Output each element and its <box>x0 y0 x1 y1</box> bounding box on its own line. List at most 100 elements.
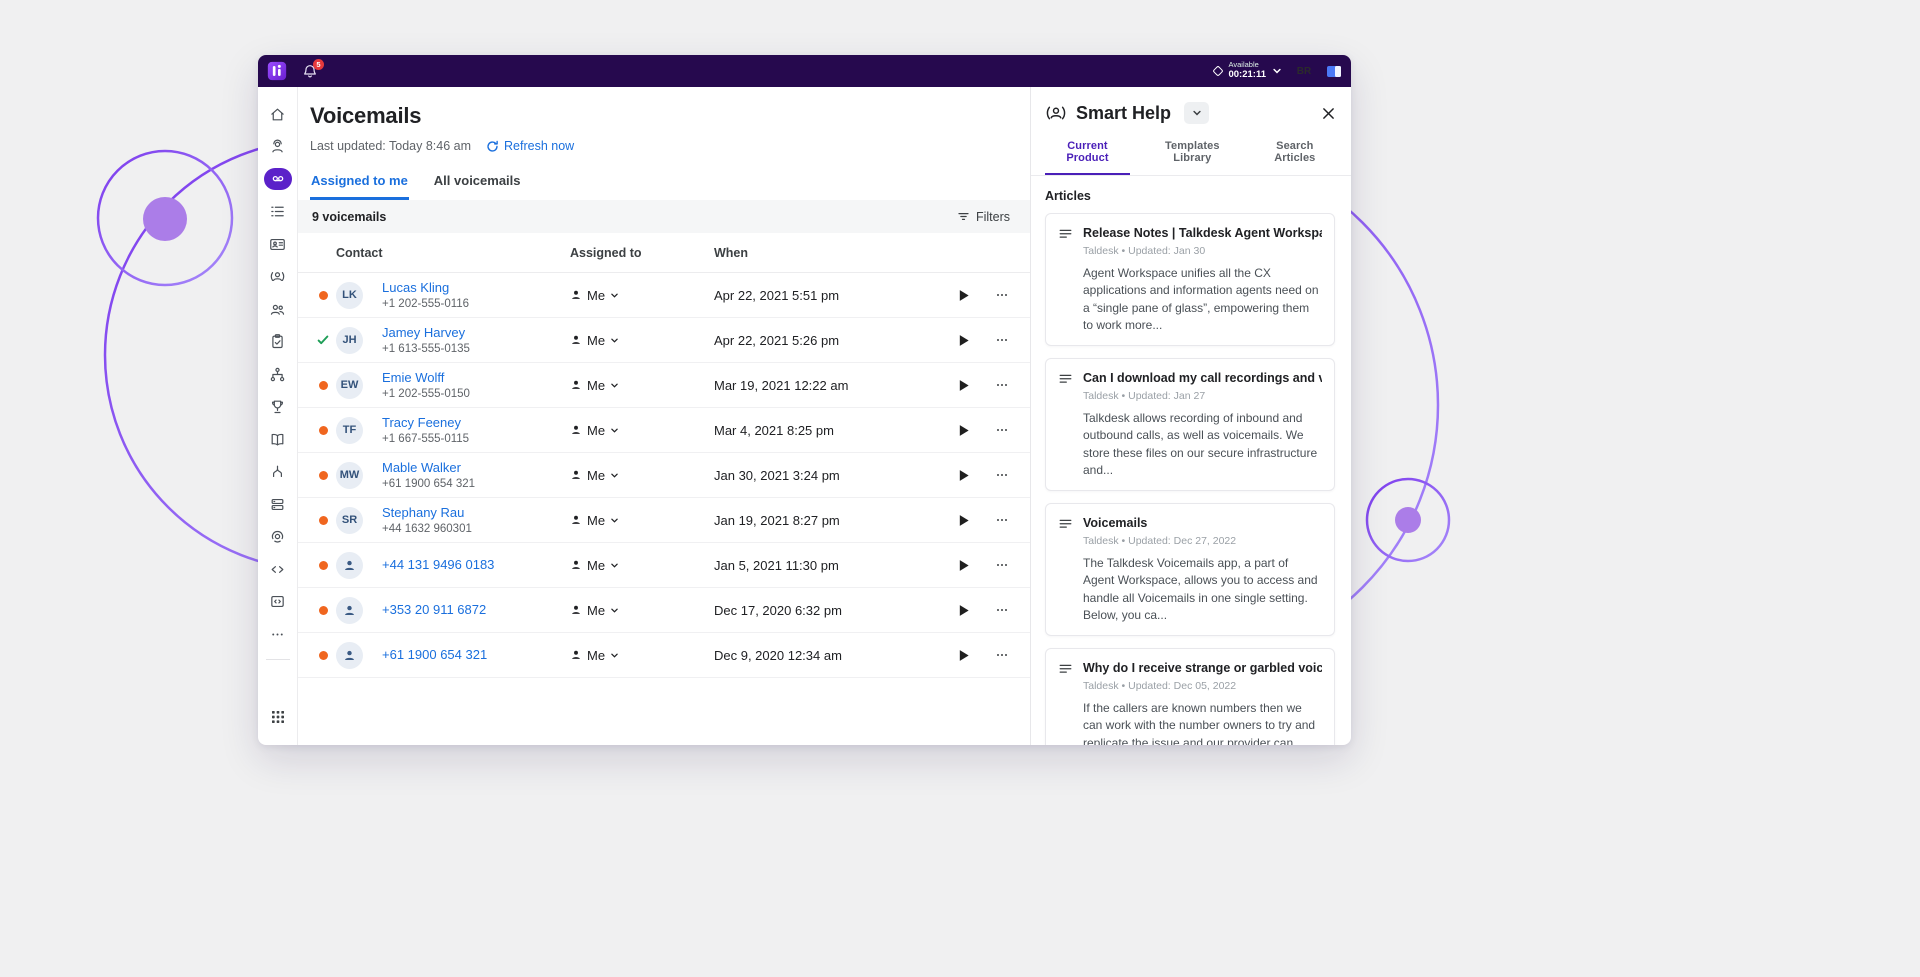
sidebar-item-org[interactable] <box>258 358 298 391</box>
row-menu-button[interactable] <box>982 332 1022 348</box>
play-voicemail-button[interactable] <box>946 649 982 662</box>
table-row[interactable]: +61 1900 654 321 Me Dec 9, 2020 12:34 am <box>298 633 1030 678</box>
sidebar-item-gamification[interactable] <box>258 391 298 424</box>
active-pill <box>264 168 292 190</box>
chevron-down-icon <box>610 291 619 300</box>
panel-toggle-button[interactable] <box>1326 64 1342 79</box>
row-menu-button[interactable] <box>982 287 1022 303</box>
status-diamond-icon <box>1213 65 1224 76</box>
article-card[interactable]: Release Notes | Talkdesk Agent Workspa..… <box>1045 213 1335 346</box>
assigned-to-dropdown[interactable]: Me <box>570 603 619 618</box>
sidebar-item-flows[interactable] <box>258 456 298 489</box>
assigned-to-dropdown[interactable]: Me <box>570 468 619 483</box>
unknown-contact-avatar <box>336 642 363 669</box>
table-row[interactable]: LK Lucas Kling +1 202-555-0116 Me <box>298 273 1030 318</box>
articles-section-label: Articles <box>1031 176 1351 213</box>
contact-name-link[interactable]: Tracy Feeney <box>382 415 461 431</box>
sidebar-item-channels[interactable] <box>258 521 298 554</box>
user-avatar[interactable]: BR <box>1292 59 1316 83</box>
sidebar-item-contacts[interactable] <box>258 228 298 261</box>
sidebar-item-developer[interactable] <box>258 553 298 586</box>
refresh-now-button[interactable]: Refresh now <box>486 139 574 153</box>
contact-name-link[interactable]: +61 1900 654 321 <box>382 647 487 663</box>
assigned-to-dropdown[interactable]: Me <box>570 558 619 573</box>
play-voicemail-button[interactable] <box>946 469 982 482</box>
play-icon <box>958 334 970 347</box>
assigned-to-dropdown[interactable]: Me <box>570 648 619 663</box>
talkdesk-logo-icon <box>267 61 287 81</box>
table-row[interactable]: +353 20 911 6872 Me Dec 17, 2020 6:32 pm <box>298 588 1030 633</box>
contact-name-link[interactable]: Jamey Harvey <box>382 325 465 341</box>
automations-icon <box>269 593 286 610</box>
tab-all-voicemails[interactable]: All voicemails <box>433 173 522 200</box>
tab-assigned-to-me[interactable]: Assigned to me <box>310 173 409 200</box>
play-voicemail-button[interactable] <box>946 289 982 302</box>
table-row[interactable]: TF Tracy Feeney +1 667-555-0115 Me <box>298 408 1030 453</box>
agent-status-selector[interactable]: Available 00:21:11 <box>1214 59 1282 83</box>
chevron-down-icon <box>610 471 619 480</box>
play-voicemail-button[interactable] <box>946 559 982 572</box>
notifications-button[interactable]: 5 <box>302 63 318 79</box>
row-menu-button[interactable] <box>982 602 1022 618</box>
sidebar-item-agents[interactable] <box>258 131 298 164</box>
sidebar-item-teams[interactable] <box>258 293 298 326</box>
play-voicemail-button[interactable] <box>946 604 982 617</box>
sidebar-item-knowledge[interactable] <box>258 423 298 456</box>
sidebar-item-more[interactable] <box>258 618 298 651</box>
assigned-to-dropdown[interactable]: Me <box>570 288 619 303</box>
tab-templates-library[interactable]: Templates Library <box>1145 134 1240 175</box>
filters-button[interactable]: Filters <box>957 210 1010 224</box>
article-title: Voicemails <box>1083 515 1322 532</box>
row-menu-button[interactable] <box>982 467 1022 483</box>
contact-name-link[interactable]: Emie Wolff <box>382 370 444 386</box>
contact-name-link[interactable]: +44 131 9496 0183 <box>382 557 494 573</box>
talkdesk-logo[interactable] <box>267 61 287 81</box>
assigned-cell: Me <box>570 423 714 438</box>
article-card[interactable]: Can I download my call recordings and vo… <box>1045 358 1335 491</box>
chevron-down-icon <box>610 561 619 570</box>
contact-name-link[interactable]: Stephany Rau <box>382 505 464 521</box>
assigned-to-dropdown[interactable]: Me <box>570 333 619 348</box>
contact-name-link[interactable]: Lucas Kling <box>382 280 449 296</box>
article-card[interactable]: Voicemails Taldesk • Updated: Dec 27, 20… <box>1045 503 1335 636</box>
chevron-down-icon <box>610 651 619 660</box>
table-row[interactable]: +44 131 9496 0183 Me Jan 5, 2021 11:30 p… <box>298 543 1030 588</box>
row-menu-button[interactable] <box>982 557 1022 573</box>
smart-help-dropdown-button[interactable] <box>1184 102 1209 124</box>
tab-current-product[interactable]: Current Product <box>1045 134 1130 175</box>
smart-help-tabs: Current Product Templates Library Search… <box>1031 134 1351 176</box>
table-row[interactable]: JH Jamey Harvey +1 613-555-0135 Me <box>298 318 1030 363</box>
assigned-to-dropdown[interactable]: Me <box>570 423 619 438</box>
tab-search-articles[interactable]: Search Articles <box>1255 134 1335 175</box>
sidebar-item-automations[interactable] <box>258 586 298 619</box>
table-row[interactable]: MW Mable Walker +61 1900 654 321 Me <box>298 453 1030 498</box>
row-menu-button[interactable] <box>982 377 1022 393</box>
row-menu-button[interactable] <box>982 512 1022 528</box>
close-panel-button[interactable] <box>1322 107 1335 120</box>
app-launcher-button[interactable] <box>258 701 298 734</box>
voicemail-icon <box>270 171 286 187</box>
refresh-icon <box>486 140 499 153</box>
play-voicemail-button[interactable] <box>946 424 982 437</box>
table-row[interactable]: SR Stephany Rau +44 1632 960301 Me <box>298 498 1030 543</box>
sidebar-item-data[interactable] <box>258 488 298 521</box>
avatar-cell <box>336 552 382 579</box>
sidebar-item-voicemails[interactable] <box>258 163 298 196</box>
assigned-to-dropdown[interactable]: Me <box>570 378 619 393</box>
sidebar-item-queues[interactable] <box>258 196 298 229</box>
assigned-to-dropdown[interactable]: Me <box>570 513 619 528</box>
row-menu-button[interactable] <box>982 422 1022 438</box>
contact-name-link[interactable]: Mable Walker <box>382 460 461 476</box>
sidebar-item-home[interactable] <box>258 98 298 131</box>
row-menu-button[interactable] <box>982 647 1022 663</box>
play-voicemail-button[interactable] <box>946 514 982 527</box>
play-voicemail-button[interactable] <box>946 379 982 392</box>
queue-list-icon <box>269 203 286 220</box>
table-row[interactable]: EW Emie Wolff +1 202-555-0150 Me <box>298 363 1030 408</box>
sidebar-item-tasks[interactable] <box>258 326 298 359</box>
avatar-cell: MW <box>336 462 382 489</box>
article-card[interactable]: Why do I receive strange or garbled voic… <box>1045 648 1335 745</box>
contact-name-link[interactable]: +353 20 911 6872 <box>382 602 486 618</box>
play-voicemail-button[interactable] <box>946 334 982 347</box>
sidebar-item-agent-assist[interactable] <box>258 261 298 294</box>
